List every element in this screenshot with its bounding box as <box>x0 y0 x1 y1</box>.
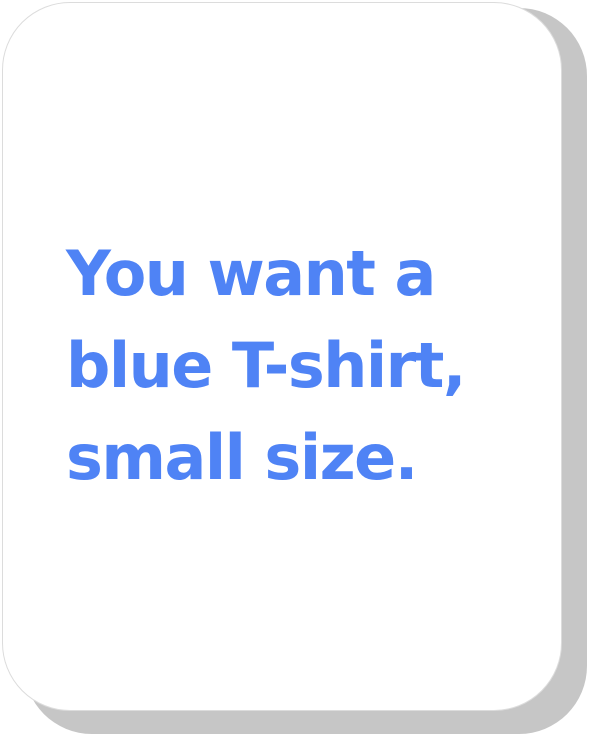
message-line-2: blue T-shirt, <box>66 329 466 402</box>
message-line-1: You want a <box>66 237 436 310</box>
stage: You want a blue T-shirt, small size. <box>0 0 593 740</box>
card-message: You want a blue T-shirt, small size. <box>66 228 546 504</box>
message-line-3: small size. <box>66 421 418 494</box>
